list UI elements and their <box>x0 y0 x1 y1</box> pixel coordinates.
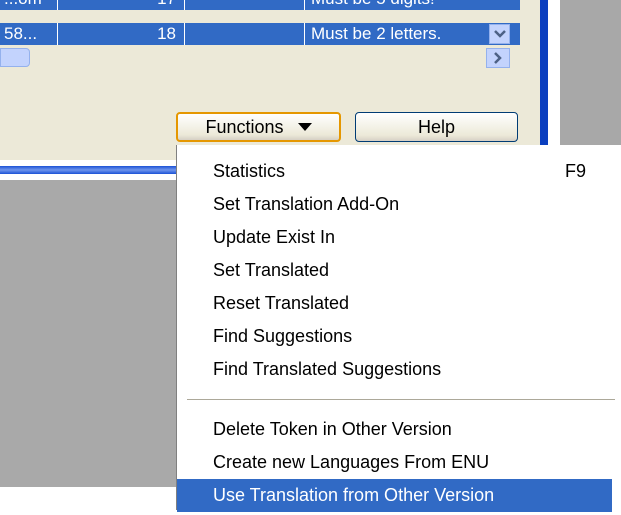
window-title-bar <box>0 166 176 174</box>
table-cell: ...om <box>0 0 58 10</box>
scroll-right-button[interactable] <box>486 48 510 68</box>
menu-item-update-exist-in[interactable]: Update Exist In <box>177 221 607 254</box>
horizontal-scrollbar-thumb[interactable] <box>0 48 30 67</box>
table-row[interactable]: ...om 17 Must be 5 digits! <box>0 0 520 10</box>
menu-item-find-translated-suggestions[interactable]: Find Translated Suggestions <box>177 353 607 386</box>
table-cell: Must be 2 letters. <box>311 24 442 43</box>
menu-item-label: Use Translation from Other Version <box>213 485 495 505</box>
menu-item-delete-token[interactable]: Delete Token in Other Version <box>177 413 607 446</box>
token-grid: ...om 17 Must be 5 digits! 58... 18 Must… <box>0 0 520 68</box>
menu-item-find-suggestions[interactable]: Find Suggestions <box>177 320 607 353</box>
table-cell: 17 <box>58 0 185 10</box>
menu-item-label: Set Translated <box>213 260 330 280</box>
table-cell <box>185 23 305 45</box>
chevron-right-icon <box>494 52 502 64</box>
menu-item-label: Delete Token in Other Version <box>213 419 452 439</box>
help-button[interactable]: Help <box>355 112 518 142</box>
desktop-background <box>560 0 621 160</box>
functions-menu: Statistics F9 Set Translation Add-On Upd… <box>176 145 621 512</box>
menu-item-shortcut: F9 <box>565 161 587 181</box>
menu-item-label: Set Translation Add-On <box>213 194 400 214</box>
menu-item-label: Reset Translated <box>213 293 350 313</box>
table-cell <box>185 0 305 10</box>
functions-button[interactable]: Functions <box>176 112 341 142</box>
menu-item-create-new-languages[interactable]: Create new Languages From ENU <box>177 446 607 479</box>
help-button-label: Help <box>417 116 456 137</box>
table-cell: 18 <box>58 23 185 45</box>
menu-item-label: Create new Languages From ENU <box>213 452 490 472</box>
table-cell: 58... <box>0 23 58 45</box>
scroll-down-button[interactable] <box>489 24 510 44</box>
menu-separator <box>187 399 615 400</box>
menu-item-set-translation-add-on[interactable]: Set Translation Add-On <box>177 188 607 221</box>
menu-item-label: Update Exist In <box>213 227 336 247</box>
menu-item-reset-translated[interactable]: Reset Translated <box>177 287 607 320</box>
dialog-frame-right-edge <box>540 0 548 160</box>
table-row-selected[interactable]: 58... 18 Must be 2 letters. <box>0 23 520 45</box>
menu-item-statistics[interactable]: Statistics F9 <box>177 155 607 188</box>
menu-item-use-translation[interactable]: Use Translation from Other Version <box>177 479 612 512</box>
dropdown-arrow-icon <box>297 123 312 131</box>
menu-item-set-translated[interactable]: Set Translated <box>177 254 607 287</box>
chevron-down-icon <box>493 30 506 38</box>
table-cell: Must be 5 digits! <box>305 0 489 10</box>
menu-item-label: Find Translated Suggestions <box>213 359 442 379</box>
menu-item-label: Statistics <box>213 161 286 181</box>
menu-item-label: Find Suggestions <box>213 326 353 346</box>
functions-button-label: Functions <box>205 116 284 137</box>
